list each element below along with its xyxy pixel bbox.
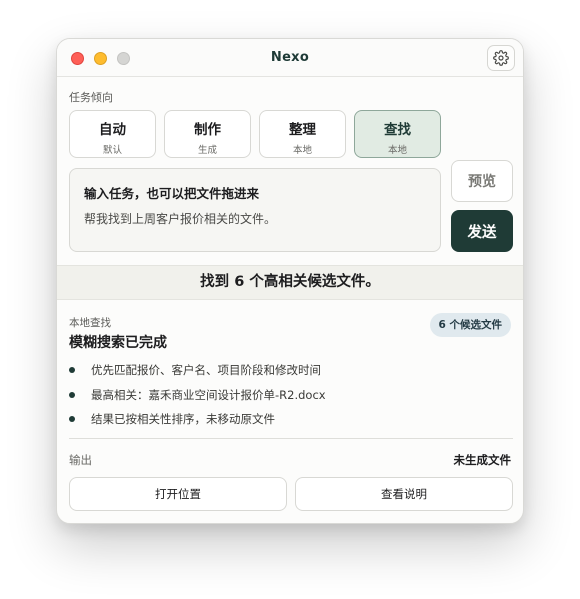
bullet-dot <box>69 367 75 373</box>
task-mode-selector: 自动 默认 制作 生成 整理 本地 查找 本地 <box>69 110 441 158</box>
candidate-count-badge: 6 个候选文件 <box>429 313 511 337</box>
mode-label: 制作 <box>194 122 221 138</box>
result-details: 优先匹配报价、客户名、项目阶段和修改时间 最高相关：嘉禾商业空间设计报价单-R2… <box>69 361 509 435</box>
list-item: 最高相关：嘉禾商业空间设计报价单-R2.docx <box>69 386 509 411</box>
result-banner: 找到 6 个高相关候选文件。 <box>57 265 523 300</box>
list-item: 优先匹配报价、客户名、项目阶段和修改时间 <box>69 361 509 386</box>
status-title: 模糊搜索已完成 <box>69 335 167 351</box>
mode-organize[interactable]: 整理 本地 <box>259 110 346 158</box>
mode-sublabel: 本地 <box>387 145 407 156</box>
mode-sublabel: 生成 <box>197 145 217 156</box>
window-title: Nexo <box>270 50 310 65</box>
list-item-text: 优先匹配报价、客户名、项目阶段和修改时间 <box>91 363 321 377</box>
title-bar: Nexo <box>57 39 523 77</box>
task-input-text: 帮我找到上周客户报价相关的文件。 <box>84 212 277 226</box>
output-value: 未生成文件 <box>453 453 512 467</box>
view-explanation-button[interactable]: 查看说明 <box>295 477 513 511</box>
mode-label: 查找 <box>384 122 411 138</box>
open-location-button[interactable]: 打开位置 <box>69 477 287 511</box>
mode-auto[interactable]: 自动 默认 <box>69 110 156 158</box>
list-item-text: 最高相关：嘉禾商业空间设计报价单-R2.docx <box>91 387 326 402</box>
mode-search[interactable]: 查找 本地 <box>354 110 441 158</box>
send-button[interactable]: 发送 <box>451 210 513 252</box>
gear-icon <box>493 50 509 66</box>
settings-button[interactable] <box>487 45 515 71</box>
output-label: 输出 <box>69 453 92 467</box>
mode-sublabel: 本地 <box>292 145 312 156</box>
task-input[interactable]: 输入任务，也可以把文件拖进来 帮我找到上周客户报价相关的文件。 <box>69 168 441 252</box>
mode-create[interactable]: 制作 生成 <box>164 110 251 158</box>
bullet-dot <box>69 391 75 398</box>
list-item-text: 结果已按相关性排序，未移动原文件 <box>91 412 275 426</box>
status-label: 本地查找 <box>69 317 111 329</box>
mode-label: 自动 <box>99 122 126 138</box>
preview-button[interactable]: 预览 <box>451 160 513 202</box>
mode-label: 整理 <box>289 122 316 138</box>
mode-sublabel: 默认 <box>102 145 122 156</box>
task-input-hint: 输入任务，也可以把文件拖进来 <box>84 186 260 201</box>
task-mode-label: 任务倾向 <box>69 91 113 104</box>
divider <box>69 438 513 439</box>
app-window: Nexo 任务倾向 自动 默认 制作 生成 整理 本地 查找 本地 输入任务，也… <box>56 38 524 524</box>
list-item: 结果已按相关性排序，未移动原文件 <box>69 410 509 435</box>
bullet-dot <box>69 416 75 422</box>
